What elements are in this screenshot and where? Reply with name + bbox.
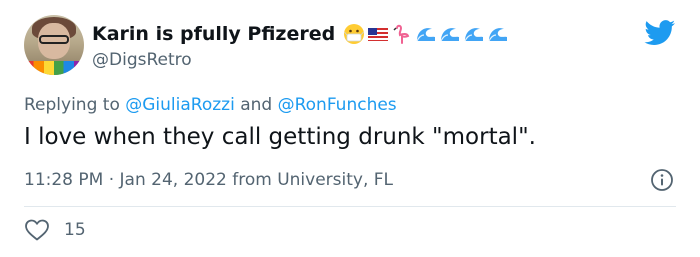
avatar-rainbow-flag (24, 61, 84, 75)
divider (24, 206, 676, 207)
face-with-medical-mask-icon (344, 24, 365, 44)
twitter-bird-icon[interactable] (644, 20, 676, 46)
mention-link[interactable]: @GiuliaRozzi (125, 95, 235, 115)
reply-and: and (240, 95, 273, 115)
reply-prefix: Replying to (24, 95, 120, 115)
wave-icon (488, 28, 508, 42)
wave-icon (464, 28, 484, 42)
name-emojis (343, 23, 509, 45)
us-flag-icon (368, 28, 389, 41)
info-icon[interactable] (650, 168, 674, 192)
author-handle[interactable]: @DigsRetro (92, 50, 192, 70)
flamingo-icon (393, 24, 410, 44)
avatar[interactable] (24, 15, 84, 75)
wave-icon (440, 28, 460, 42)
like-count: 15 (64, 220, 86, 240)
wave-icon (416, 28, 436, 42)
reply-context: Replying to @GiuliaRozzi and @RonFunches (24, 95, 397, 115)
display-name[interactable]: Karin is pfully Pfizered (92, 23, 335, 45)
heart-outline-icon[interactable] (24, 218, 50, 242)
avatar-glasses (39, 35, 69, 44)
tweet-timestamp[interactable]: 11:28 PM · Jan 24, 2022 from University,… (24, 170, 393, 190)
tweet-text: I love when they call getting drunk "mor… (24, 124, 536, 150)
author-name-row: Karin is pfully Pfizered (92, 22, 509, 46)
mention-link[interactable]: @RonFunches (278, 95, 397, 115)
